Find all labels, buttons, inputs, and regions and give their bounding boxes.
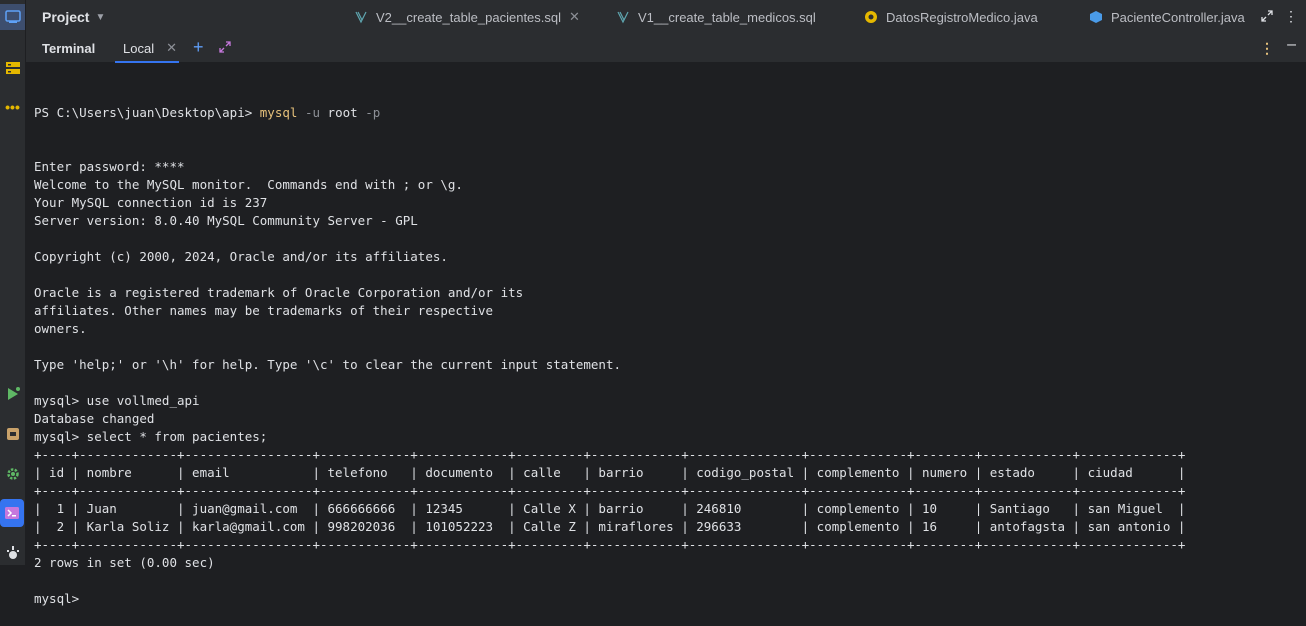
more-tools-icon[interactable]: ••• (0, 98, 25, 116)
terminal-line: Server version: 8.0.40 MySQL Community S… (34, 213, 418, 228)
database-icon[interactable] (0, 424, 25, 444)
terminal-line: +----+-------------+-----------------+--… (34, 483, 1186, 498)
user-text: root (327, 105, 358, 120)
active-tab-indicator (115, 61, 179, 63)
tab-label: V1__create_table_medicos.sql (638, 9, 816, 25)
close-icon[interactable]: ✕ (166, 40, 177, 56)
terminal-line: mysql> use vollmed_api (34, 393, 200, 408)
terminal-line: Enter password: **** (34, 159, 185, 174)
terminal-line: affiliates. Other names may be trademark… (34, 303, 494, 318)
editor-tab-bar: Project ▼ V2__create_table_pacientes.sql… (26, 0, 1306, 34)
java-class-icon (1090, 11, 1102, 23)
terminal-line: owners. (34, 321, 87, 336)
terminal-line: | id | nombre | email | telefono | docum… (34, 465, 1186, 480)
chevron-down-icon: ▼ (95, 11, 106, 23)
terminal-title: Terminal (42, 40, 96, 56)
terminal-line: +----+-------------+-----------------+--… (34, 447, 1186, 462)
terminal-line: +----+-------------+-----------------+--… (34, 537, 1186, 552)
services-run-icon[interactable] (0, 384, 25, 404)
terminal-icon[interactable] (0, 499, 24, 527)
terminal-line: Your MySQL connection id is 237 (34, 195, 268, 210)
project-label: Project (42, 9, 90, 25)
settings-gear-icon[interactable] (0, 464, 25, 484)
terminal-output[interactable]: PS C:\Users\juan\Desktop\api> mysql -u r… (34, 68, 1185, 626)
sql-migration-icon (617, 11, 629, 24)
terminal-line: | 1 | Juan | juan@gmail.com | 666666666 … (34, 501, 1186, 516)
command-text: mysql (259, 105, 298, 120)
prompt-prefix: PS C:\Users\juan\Desktop\api> (34, 105, 260, 120)
flag-text: -u (304, 105, 321, 120)
options-menu-icon[interactable]: ⋮ (1260, 40, 1274, 57)
tab-v2-create-table-pacientes[interactable]: V2__create_table_pacientes.sql ✕ (354, 0, 580, 34)
terminal-line: mysql> select * from pacientes; (34, 429, 268, 444)
terminal-line: Type 'help;' or '\h' for help. Type '\c'… (34, 357, 621, 372)
terminal-lines: Enter password: **** Welcome to the MySQL… (34, 158, 1185, 608)
terminal-line: Oracle is a registered trademark of Orac… (34, 285, 524, 300)
tab-label: V2__create_table_pacientes.sql (376, 9, 562, 25)
tool-window-strip: ••• (0, 0, 26, 565)
tab-label: DatosRegistroMedico.java (886, 9, 1038, 25)
tab-local[interactable]: Local ✕ (115, 34, 179, 63)
java-record-icon (865, 11, 877, 23)
expand-icon[interactable] (1260, 9, 1274, 23)
terminal-line: Copyright (c) 2000, 2024, Oracle and/or … (34, 249, 448, 264)
expand-icon[interactable] (218, 40, 232, 54)
minimize-icon[interactable]: – (1287, 36, 1296, 54)
terminal-line: Database changed (34, 411, 155, 426)
tab-datos-registro-medico[interactable]: DatosRegistroMedico.java (864, 0, 1038, 34)
prompt-line: PS C:\Users\juan\Desktop\api> mysql -u r… (34, 104, 1185, 122)
structure-icon[interactable] (0, 58, 25, 78)
terminal-line: 2 rows in set (0.00 sec) (34, 555, 215, 570)
terminal-line: Welcome to the MySQL monitor. Commands e… (34, 177, 463, 192)
add-tab-icon[interactable]: + (193, 37, 204, 57)
editor-actions: ⋮ (1256, 9, 1298, 23)
terminal-line: | 2 | Karla Soliz | karla@gmail.com | 99… (34, 519, 1186, 534)
problems-icon[interactable] (0, 543, 25, 563)
terminal-line: mysql> (34, 591, 80, 606)
more-options-icon[interactable]: ⋮ (1284, 9, 1298, 23)
flag-text: -p (365, 105, 381, 120)
tab-v1-create-table-medicos[interactable]: V1__create_table_medicos.sql (616, 0, 816, 34)
tab-label: PacienteController.java (1111, 9, 1245, 25)
project-icon[interactable] (0, 4, 25, 30)
tab-paciente-controller[interactable]: PacienteController.java (1089, 0, 1245, 34)
sql-migration-icon (355, 11, 367, 24)
close-icon[interactable]: ✕ (569, 9, 580, 25)
tab-label: Local (123, 40, 155, 56)
terminal-panel-header: Terminal Local ✕ + ⋮ – (26, 34, 1306, 63)
project-dropdown[interactable]: Project ▼ (42, 0, 105, 34)
